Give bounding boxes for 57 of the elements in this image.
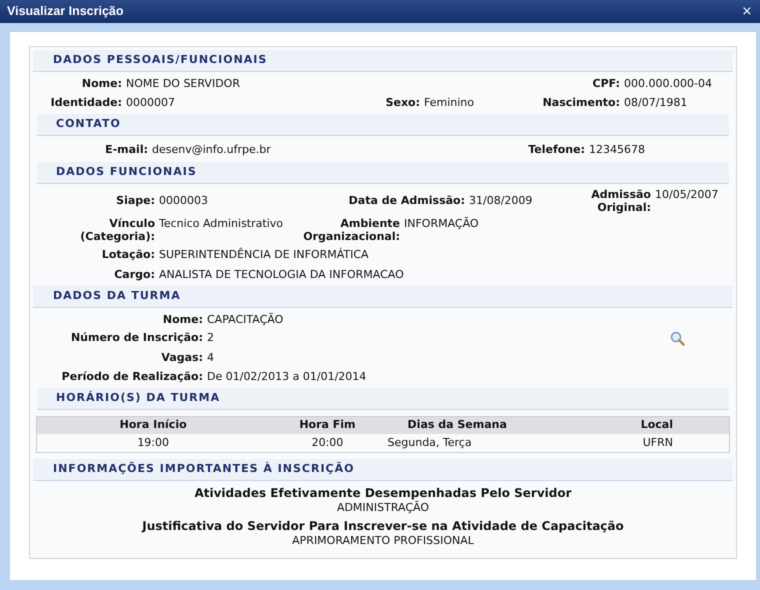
field-value: 000.000.000-04 [623, 77, 712, 90]
field-label: Cargo: [113, 268, 155, 280]
field-value: 10/05/2007 [654, 188, 718, 200]
field-label: Identidade: [50, 96, 122, 109]
field-label: Período de Realização: [60, 370, 203, 383]
section-header: HORÁRIO(S) DA TURMA [37, 388, 729, 410]
field-value: 2 [206, 331, 214, 344]
close-button[interactable]: × [740, 4, 754, 18]
field-value: Tecnico Administrativo [158, 216, 283, 230]
field-label: Nome: [162, 313, 203, 326]
field-value: 08/07/1981 [623, 96, 688, 109]
section-header: DADOS DA TURMA [33, 286, 733, 308]
field-label: Ambiente Organizacional: [302, 216, 400, 242]
field-value: 0000007 [125, 96, 175, 109]
field-value: 4 [206, 351, 214, 364]
table-cell-text: Segunda, Terça [386, 434, 473, 451]
field-label: Data de Admissão: [348, 194, 465, 207]
section-header: DADOS FUNCIONAIS [37, 162, 729, 184]
field-label: E-mail: [104, 142, 148, 156]
field-label: Vagas: [160, 351, 203, 364]
info-heading: Justificativa do Servidor Para Inscrever-se na Atividade de Capacitação [142, 518, 624, 534]
field-value: NOME DO SERVIDOR [125, 77, 240, 90]
field-label: Número de Inscrição: [70, 331, 203, 344]
table-cell-text: UFRN [642, 434, 674, 451]
field-value: Feminino [423, 96, 474, 109]
field-label: CPF: [592, 77, 620, 90]
table-cell-text: 20:00 [310, 434, 344, 451]
column-header: Local [526, 417, 729, 434]
field-value: 31/08/2009 [468, 194, 532, 207]
field-value: INFORMAÇÃO [403, 216, 479, 230]
section-header: CONTATO [37, 114, 729, 136]
field-value: 0000003 [158, 194, 208, 207]
field-label: Vínculo (Categoria): [79, 216, 155, 242]
info-value: APRIMORAMENTO PROFISSIONAL [292, 534, 474, 547]
field-label: Admissão Original: [590, 188, 651, 214]
field-label: Sexo: [384, 96, 420, 109]
field-value: SUPERINTENDÊNCIA DE INFORMÁTICA [158, 248, 369, 260]
field-value: ANALISTA DE TECNOLOGIA DA INFORMACAO [158, 268, 404, 280]
field-label: Lotação: [100, 248, 155, 260]
table-cell-text: 19:00 [136, 434, 170, 451]
field-label: Nome: [80, 77, 122, 90]
magnifier-icon[interactable] [670, 331, 685, 346]
section-header: INFORMAÇÕES IMPORTANTES À INSCRIÇÃO [33, 459, 733, 481]
column-header: Hora Início [37, 417, 270, 434]
field-value: De 01/02/2013 a 01/01/2014 [206, 370, 366, 383]
column-header: Hora Fim [269, 417, 386, 434]
info-value: ADMINISTRAÇÃO [336, 501, 430, 514]
column-header: Dias da Semana [386, 417, 527, 434]
field-label: Nascimento: [542, 96, 620, 109]
info-heading: Atividades Efetivamente Desempenhadas Pelo Servidor [194, 485, 572, 500]
field-value: 12345678 [588, 142, 645, 156]
window-title: Visualizar Inscrição [7, 3, 124, 20]
field-label: Telefone: [527, 142, 585, 156]
field-value: desenv@info.ufrpe.br [151, 142, 271, 156]
field-label: Siape: [115, 194, 155, 207]
field-value: CAPACITAÇÃO [206, 313, 284, 326]
section-header: DADOS PESSOAIS/FUNCIONAIS [33, 50, 733, 72]
